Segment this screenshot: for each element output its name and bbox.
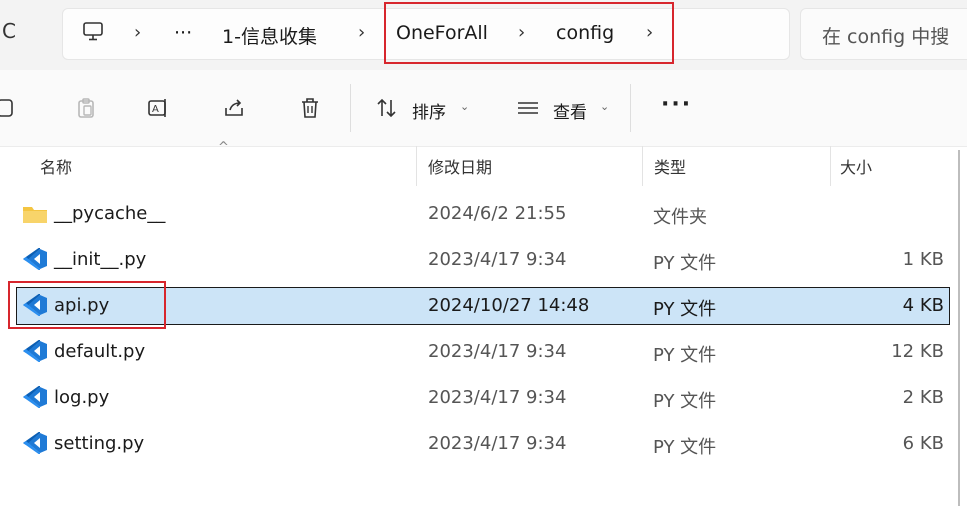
this-pc-icon[interactable] bbox=[82, 20, 104, 42]
file-size: 6 KB bbox=[902, 433, 944, 454]
file-name: default.py bbox=[54, 341, 146, 362]
highlight-box-path bbox=[384, 2, 674, 64]
file-name: __init__.py bbox=[54, 249, 147, 270]
breadcrumb-item[interactable]: 1-信息收集 bbox=[222, 22, 317, 49]
breadcrumb-separator: › bbox=[358, 22, 366, 43]
vscode-icon bbox=[23, 386, 47, 408]
toolbar-divider bbox=[630, 84, 631, 132]
column-divider[interactable] bbox=[642, 146, 643, 186]
new-icon[interactable] bbox=[0, 96, 18, 120]
delete-icon[interactable] bbox=[298, 96, 322, 120]
breadcrumb-ellipsis[interactable]: ··· bbox=[174, 22, 192, 44]
file-modified: 2024/10/27 14:48 bbox=[428, 295, 590, 316]
file-modified: 2024/6/2 21:55 bbox=[428, 203, 567, 224]
column-header-size[interactable]: 大小 bbox=[840, 154, 872, 178]
column-divider[interactable] bbox=[416, 146, 417, 186]
paste-icon[interactable] bbox=[74, 96, 98, 120]
file-row[interactable]: default.py 2023/4/17 9:34 PY 文件 12 KB bbox=[16, 333, 950, 371]
file-size: 4 KB bbox=[902, 295, 944, 316]
sort-icon[interactable] bbox=[375, 96, 399, 120]
file-row[interactable]: log.py 2023/4/17 9:34 PY 文件 2 KB bbox=[16, 379, 950, 417]
sort-button[interactable]: 排序 bbox=[412, 98, 446, 123]
file-modified: 2023/4/17 9:34 bbox=[428, 249, 567, 270]
file-type: PY 文件 bbox=[653, 437, 717, 458]
file-row[interactable]: __init__.py 2023/4/17 9:34 PY 文件 1 KB bbox=[16, 241, 950, 279]
file-type: PY 文件 bbox=[653, 299, 717, 320]
file-size: 2 KB bbox=[902, 387, 944, 408]
file-size: 12 KB bbox=[891, 341, 944, 362]
file-row[interactable]: __pycache__ 2024/6/2 21:55 文件夹 bbox=[16, 195, 950, 233]
file-modified: 2023/4/17 9:34 bbox=[428, 387, 567, 408]
column-header-name[interactable]: 名称 bbox=[40, 154, 72, 178]
file-type: PY 文件 bbox=[653, 345, 717, 366]
toolbar-divider bbox=[350, 84, 351, 132]
file-row[interactable]: setting.py 2023/4/17 9:34 PY 文件 6 KB bbox=[16, 425, 950, 463]
refresh-icon[interactable]: C bbox=[2, 19, 16, 43]
file-name: log.py bbox=[54, 387, 110, 408]
file-type: 文件夹 bbox=[653, 207, 707, 228]
search-placeholder: 在 config 中搜 bbox=[822, 26, 950, 48]
highlight-box-file bbox=[8, 281, 166, 329]
vscode-icon bbox=[23, 340, 47, 362]
column-header-modified[interactable]: 修改日期 bbox=[428, 154, 492, 178]
column-header-type[interactable]: 类型 bbox=[654, 154, 686, 178]
view-button[interactable]: 查看 bbox=[553, 98, 587, 123]
rename-icon[interactable]: A bbox=[147, 96, 171, 120]
folder-icon bbox=[23, 207, 47, 223]
file-name: setting.py bbox=[54, 433, 145, 454]
window-edge bbox=[958, 150, 960, 506]
file-name: __pycache__ bbox=[54, 203, 166, 224]
breadcrumb-separator: › bbox=[134, 22, 142, 43]
view-icon[interactable] bbox=[516, 96, 540, 120]
chevron-down-icon[interactable]: ⌄ bbox=[600, 100, 609, 113]
file-modified: 2023/4/17 9:34 bbox=[428, 433, 567, 454]
file-size: 1 KB bbox=[902, 249, 944, 270]
chevron-down-icon[interactable]: ⌄ bbox=[460, 100, 469, 113]
more-options-button[interactable]: ··· bbox=[661, 92, 692, 117]
svg-text:A: A bbox=[152, 104, 159, 115]
file-type: PY 文件 bbox=[653, 391, 717, 412]
column-divider[interactable] bbox=[830, 146, 831, 186]
sort-up-icon: ^ bbox=[218, 140, 229, 155]
vscode-icon bbox=[23, 248, 47, 270]
file-modified: 2023/4/17 9:34 bbox=[428, 341, 567, 362]
command-bar bbox=[0, 70, 967, 147]
file-type: PY 文件 bbox=[653, 253, 717, 274]
share-icon[interactable] bbox=[222, 96, 246, 120]
vscode-icon bbox=[23, 432, 47, 454]
